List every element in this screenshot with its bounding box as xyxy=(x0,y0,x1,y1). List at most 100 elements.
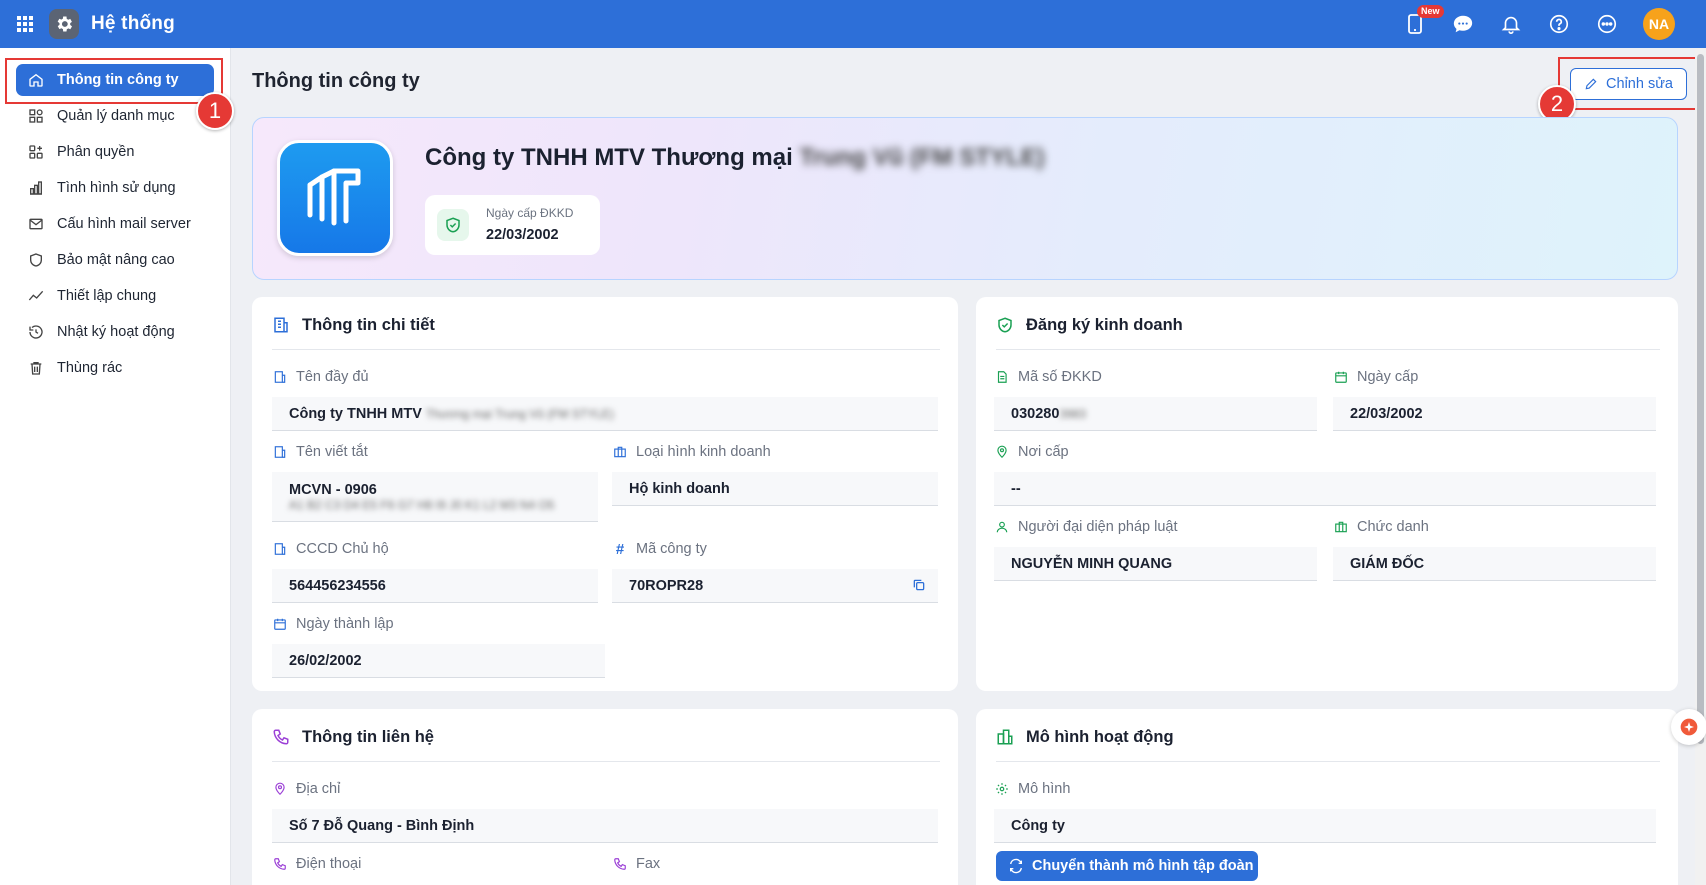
founded-date-value[interactable]: 26/02/2002 xyxy=(272,644,605,678)
field-registration-number: Mã số ĐKKD 030280 3983 xyxy=(994,367,1317,431)
edit-button-label: Chỉnh sửa xyxy=(1606,76,1673,92)
mail-icon xyxy=(27,215,45,233)
sidebar-item-usage[interactable]: Tình hình sử dụng xyxy=(16,172,214,204)
field-label: Địa chỉ xyxy=(296,781,341,797)
company-code-value[interactable]: 70ROPR28 xyxy=(612,569,938,603)
sidebar-item-security[interactable]: Bảo mật nâng cao xyxy=(16,244,214,276)
sidebar-item-permissions[interactable]: Phân quyền xyxy=(16,136,214,168)
company-hero-card: Công ty TNHH MTV Thương mại Trung Vũ (FM… xyxy=(252,117,1678,280)
pencil-icon xyxy=(1584,77,1598,91)
sidebar-item-label: Nhật ký hoạt động xyxy=(57,324,175,340)
registration-number-blurred: 3983 xyxy=(1059,406,1087,421)
shield-check-icon xyxy=(437,209,469,241)
fax-icon xyxy=(612,856,628,872)
registration-card: Đăng ký kinh doanh Mã số ĐKKD 030280 3983… xyxy=(976,297,1678,691)
sidebar-item-label: Thông tin công ty xyxy=(57,72,179,88)
full-name-value[interactable]: Công ty TNHH MTV Thương mại Trung Vũ (FM… xyxy=(272,397,938,431)
page-title: Thông tin công ty xyxy=(252,70,420,92)
field-label: Mã công ty xyxy=(636,541,707,557)
sidebar-item-categories[interactable]: Quản lý danh mục xyxy=(16,100,214,132)
callout-number-1: 1 xyxy=(196,92,234,130)
field-short-name: Tên viết tắt MCVN - 0906 A1 B2 C3 D4 E5 F… xyxy=(272,442,598,522)
sidebar-item-mail-server[interactable]: Cấu hình mail server xyxy=(16,208,214,240)
date-chip-value: 22/03/2002 xyxy=(486,227,559,243)
short-name-text: MCVN - 0906 xyxy=(289,481,377,498)
edit-button[interactable]: Chỉnh sửa xyxy=(1570,68,1687,100)
detail-card-header: Thông tin chi tiết xyxy=(272,316,940,350)
business-type-value[interactable]: Hộ kinh doanh xyxy=(612,472,938,506)
building-icon xyxy=(272,444,288,460)
short-name-value[interactable]: MCVN - 0906 A1 B2 C3 D4 E5 F6 G7 H8 I9 J0… xyxy=(272,472,598,522)
category-icon xyxy=(27,107,45,125)
sidebar-item-general-settings[interactable]: Thiết lập chung xyxy=(16,280,214,312)
help-icon[interactable] xyxy=(1547,12,1571,36)
page-scrollbar[interactable] xyxy=(1695,48,1706,885)
field-label: Fax xyxy=(636,856,661,872)
field-founded-date: Ngày thành lập 26/02/2002 xyxy=(272,614,605,678)
scrollbar-thumb[interactable] xyxy=(1697,54,1704,744)
registration-number-value[interactable]: 030280 3983 xyxy=(994,397,1317,431)
detail-card: Thông tin chi tiết Tên đầy đủ Công ty TN… xyxy=(252,297,958,691)
registration-number-text: 030280 xyxy=(1011,405,1060,422)
calendar-icon xyxy=(1333,369,1349,385)
legal-representative-value[interactable]: NGUYỄN MINH QUANG xyxy=(994,547,1317,581)
more-icon[interactable] xyxy=(1595,12,1619,36)
full-name-blurred: Thương mại Trung Vũ (FM STYLE) xyxy=(425,406,614,421)
field-label: Người đại diện pháp luật xyxy=(1018,519,1178,535)
sidebar-item-label: Cấu hình mail server xyxy=(57,216,191,232)
company-name: Công ty TNHH MTV Thương mại Trung Vũ (FM… xyxy=(425,144,1045,172)
operation-model-card: Mô hình hoạt động Mô hình Công ty Chuyển… xyxy=(976,709,1678,885)
sidebar-item-company-info[interactable]: Thông tin công ty xyxy=(16,64,214,96)
registration-date-chip: Ngày cấp ĐKKD 22/03/2002 xyxy=(425,195,600,255)
field-label: Nơi cấp xyxy=(1018,444,1069,460)
chat-icon[interactable] xyxy=(1451,12,1475,36)
cccd-value[interactable]: 564456234556 xyxy=(272,569,598,603)
issue-date-value[interactable]: 22/03/2002 xyxy=(1333,397,1656,431)
mobile-app-icon[interactable]: New xyxy=(1403,5,1444,36)
trend-icon xyxy=(27,287,45,305)
short-name-blurred: A1 B2 C3 D4 E5 F6 G7 H8 I9 J0 K1 L2 M3 N… xyxy=(289,497,555,512)
calendar-icon xyxy=(272,616,288,632)
date-chip-label: Ngày cấp ĐKKD xyxy=(486,206,574,220)
field-business-type: Loại hình kinh doanh Hộ kinh doanh xyxy=(612,442,938,506)
field-cccd: CCCD Chủ hộ 564456234556 xyxy=(272,539,598,603)
sidebar-item-label: Thiết lập chung xyxy=(57,288,157,304)
convert-to-group-button[interactable]: Chuyển thành mô hình tập đoàn xyxy=(996,851,1258,881)
sidebar-item-activity-log[interactable]: Nhật ký hoạt động xyxy=(16,316,214,348)
position-value[interactable]: GIÁM ĐỐC xyxy=(1333,547,1656,581)
user-avatar[interactable]: NA xyxy=(1643,8,1675,40)
copy-icon[interactable] xyxy=(912,578,928,594)
shield-icon xyxy=(27,251,45,269)
location-pin-icon xyxy=(994,444,1010,460)
field-fax: Fax xyxy=(612,854,938,874)
bar-chart-icon xyxy=(27,179,45,197)
full-name-text: Công ty TNHH MTV xyxy=(289,405,422,422)
field-phone: Điện thoại xyxy=(272,854,598,874)
bell-icon[interactable] xyxy=(1499,12,1523,36)
building-icon xyxy=(272,541,288,557)
field-model: Mô hình Công ty xyxy=(994,779,1656,843)
contact-card: Thông tin liên hệ Địa chỉ Số 7 Đỗ Quang … xyxy=(252,709,958,885)
field-label: Chức danh xyxy=(1357,519,1429,535)
contact-card-title: Thông tin liên hệ xyxy=(302,728,434,746)
sidebar: Thông tin công ty Quản lý danh mục Phân … xyxy=(0,48,231,885)
home-icon xyxy=(27,71,45,89)
new-badge: New xyxy=(1417,5,1444,18)
sidebar-item-trash[interactable]: Thùng rác xyxy=(16,352,214,384)
ai-assistant-button[interactable] xyxy=(1671,709,1706,745)
company-code-text: 70ROPR28 xyxy=(629,577,704,594)
issue-place-value[interactable]: -- xyxy=(994,472,1656,506)
hash-icon: # xyxy=(615,540,625,558)
registration-card-title: Đăng ký kinh doanh xyxy=(1026,316,1183,334)
sidebar-item-label: Quản lý danh mục xyxy=(57,108,175,124)
model-value[interactable]: Công ty xyxy=(994,809,1656,843)
company-logo xyxy=(277,140,393,256)
settings-app-logo xyxy=(49,9,79,39)
apps-grid-icon[interactable] xyxy=(13,12,37,36)
top-bar: Hệ thống New NA xyxy=(0,0,1706,48)
address-value[interactable]: Số 7 Đỗ Quang - Bình Định xyxy=(272,809,938,843)
field-issue-date: Ngày cấp 22/03/2002 xyxy=(1333,367,1656,431)
permission-icon xyxy=(27,143,45,161)
document-icon xyxy=(994,369,1010,385)
phone-icon xyxy=(272,856,288,872)
